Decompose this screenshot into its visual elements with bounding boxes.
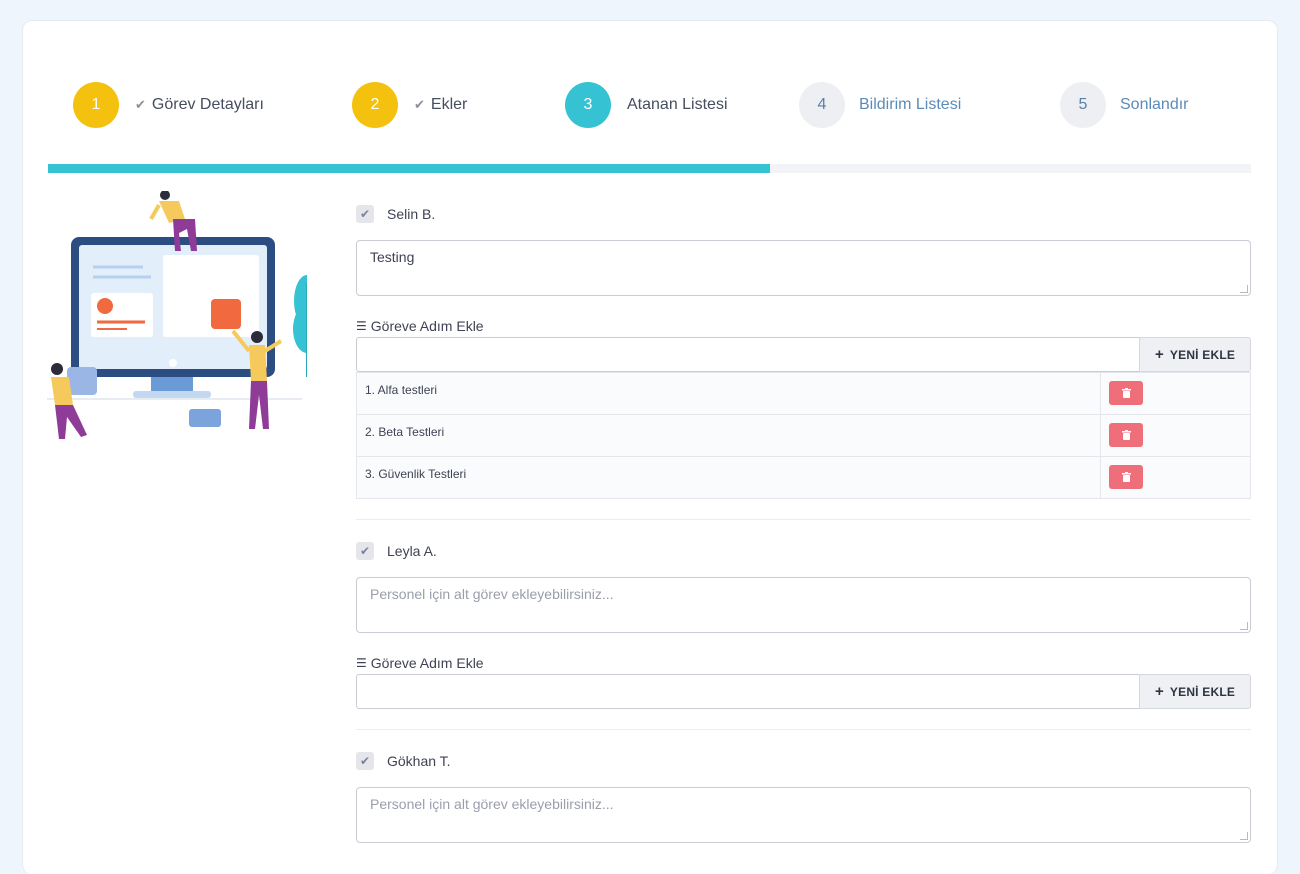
table-row: 1. Alfa testleri xyxy=(357,372,1250,414)
task-text: 1. Alfa testleri xyxy=(357,373,1101,414)
assignee-section-1: ✔ Selin B. Testing ☰ Göreve Adım Ekle + … xyxy=(356,204,1251,499)
assignee-name: Selin B. xyxy=(387,206,436,222)
wizard-step-3[interactable]: 3 Atanan Listesi xyxy=(565,82,728,128)
assignee-checkbox[interactable]: ✔ xyxy=(356,752,374,770)
assignee-name: Leyla A. xyxy=(387,543,437,559)
resize-handle[interactable] xyxy=(1240,622,1248,630)
wizard-step-4[interactable]: 4 Bildirim Listesi xyxy=(799,82,961,128)
list-icon: ☰ xyxy=(356,319,367,333)
trash-icon xyxy=(1121,472,1131,482)
check-icon: ✔ xyxy=(359,754,371,768)
assignee-section-3: ✔ Gökhan T. Personel için alt görev ekle… xyxy=(356,751,1251,843)
task-text: 2. Beta Testleri xyxy=(357,415,1101,456)
wizard-step-5[interactable]: 5 Sonlandır xyxy=(1060,82,1189,128)
assignee-name: Gökhan T. xyxy=(387,753,451,769)
step-number-5: 5 xyxy=(1060,82,1106,128)
delete-task-button[interactable] xyxy=(1109,381,1143,405)
delete-task-button[interactable] xyxy=(1109,465,1143,489)
plus-icon: + xyxy=(1154,346,1164,363)
step-input[interactable] xyxy=(356,337,1139,372)
check-icon: ✔ xyxy=(135,97,146,112)
trash-icon xyxy=(1121,430,1131,440)
resize-handle[interactable] xyxy=(1240,285,1248,293)
assignee-checkbox[interactable]: ✔ xyxy=(356,542,374,560)
step-input[interactable] xyxy=(356,674,1139,709)
wizard-step-2[interactable]: 2 ✔ Ekler xyxy=(352,82,467,128)
plus-icon: + xyxy=(1154,683,1164,700)
table-row: 2. Beta Testleri xyxy=(357,414,1250,456)
check-icon: ✔ xyxy=(414,97,425,112)
wizard-card: 1 ✔ Görev Detayları 2 ✔ Ekler 3 Atanan L… xyxy=(22,20,1278,874)
table-row: 3. Güvenlik Testleri xyxy=(357,456,1250,498)
step-label-5: Sonlandır xyxy=(1120,96,1189,113)
step-number-4: 4 xyxy=(799,82,845,128)
add-step-button[interactable]: + YENİ EKLE xyxy=(1139,337,1251,372)
wizard-step-1[interactable]: 1 ✔ Görev Detayları xyxy=(73,82,264,128)
assignee-checkbox[interactable]: ✔ xyxy=(356,205,374,223)
list-icon: ☰ xyxy=(356,656,367,670)
assignee-note-textarea[interactable]: Personel için alt görev ekleyebilirsiniz… xyxy=(356,577,1251,633)
assignee-note-textarea[interactable]: Testing xyxy=(356,240,1251,296)
step-number-3: 3 xyxy=(565,82,611,128)
check-icon: ✔ xyxy=(359,544,371,558)
trash-icon xyxy=(1121,388,1131,398)
assignee-note-textarea[interactable]: Personel için alt görev ekleyebilirsiniz… xyxy=(356,787,1251,843)
step-label-3: Atanan Listesi xyxy=(627,96,728,113)
section-divider xyxy=(356,519,1251,520)
wizard-progress-bar xyxy=(48,164,1251,173)
steps-title: Göreve Adım Ekle xyxy=(370,318,484,334)
task-text: 3. Güvenlik Testleri xyxy=(357,457,1101,498)
team-illustration xyxy=(47,191,307,439)
steps-title: Göreve Adım Ekle xyxy=(370,655,484,671)
step-label-4: Bildirim Listesi xyxy=(859,96,962,113)
delete-task-button[interactable] xyxy=(1109,423,1143,447)
assignee-section-2: ✔ Leyla A. Personel için alt görev ekley… xyxy=(356,541,1251,709)
step-label-2: Ekler xyxy=(430,96,468,113)
step-label-1: Görev Detayları xyxy=(151,96,264,113)
resize-handle[interactable] xyxy=(1240,832,1248,840)
check-icon: ✔ xyxy=(359,207,371,221)
step-number-2: 2 xyxy=(352,82,398,128)
task-table: 1. Alfa testleri 2. Beta Testleri 3. Güv… xyxy=(356,372,1251,499)
wizard-progress-fill xyxy=(48,164,770,173)
add-step-button[interactable]: + YENİ EKLE xyxy=(1139,674,1251,709)
section-divider xyxy=(356,729,1251,730)
step-number-1: 1 xyxy=(73,82,119,128)
